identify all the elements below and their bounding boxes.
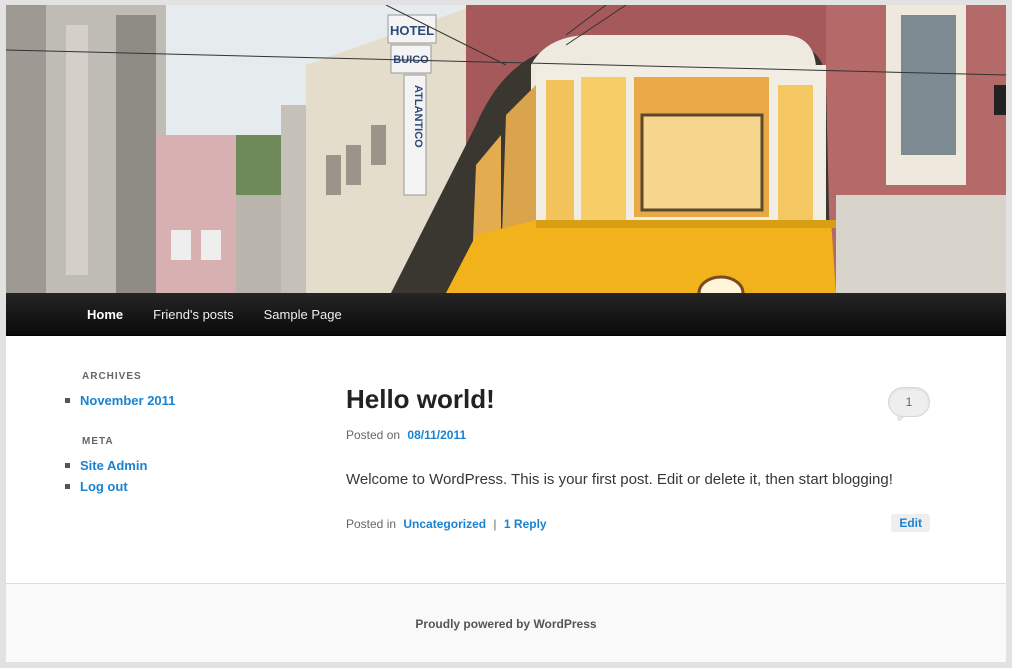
posted-in-label: Posted in (346, 517, 397, 531)
main-navigation: Home Friend's posts Sample Page (6, 293, 1006, 336)
nav-item-sample-page[interactable]: Sample Page (249, 293, 357, 335)
nav-link-friends-posts[interactable]: Friend's posts (138, 293, 249, 336)
reply-link[interactable]: 1 Reply (504, 517, 547, 531)
archive-link-november-2011[interactable]: November 2011 (80, 393, 175, 408)
edit-post-button[interactable]: Edit (891, 514, 930, 532)
nav-menu: Home Friend's posts Sample Page (6, 293, 1006, 335)
meta-list: Site Admin Log out (65, 455, 282, 497)
post-footer: Posted in Uncategorized | 1 Reply Edit (346, 514, 930, 535)
sidebar: Archives November 2011 Meta Site Admin L… (65, 371, 282, 522)
post: Hello world! Posted on 08/11/2011 Welcom… (346, 383, 930, 535)
log-out-link[interactable]: Log out (80, 479, 128, 494)
powered-by-link[interactable]: Proudly powered by WordPress (6, 617, 1006, 631)
nav-link-sample-page[interactable]: Sample Page (249, 293, 357, 336)
footer-separator: | (493, 517, 497, 531)
meta-widget: Meta Site Admin Log out (65, 436, 282, 497)
page: HOTEL BUICO ATLANTICO (6, 5, 1006, 662)
nav-link-home[interactable]: Home (72, 293, 138, 336)
archives-widget-title: Archives (82, 371, 142, 382)
post-title[interactable]: Hello world! (346, 383, 930, 415)
bullet-icon (65, 398, 70, 403)
sign-name2-text: ATLANTICO (412, 85, 424, 148)
meta-item-log-out[interactable]: Log out (65, 476, 282, 497)
header-photo: HOTEL BUICO ATLANTICO (6, 5, 1006, 293)
bullet-icon (65, 484, 70, 489)
nav-item-friends-posts[interactable]: Friend's posts (138, 293, 249, 335)
meta-widget-title: Meta (82, 436, 114, 447)
archive-item[interactable]: November 2011 (65, 390, 282, 411)
meta-item-site-admin[interactable]: Site Admin (65, 455, 282, 476)
comment-count[interactable]: 1 (888, 387, 930, 417)
site-footer: Proudly powered by WordPress (6, 583, 1006, 662)
post-date-link[interactable]: 08/11/2011 (407, 428, 466, 442)
site-admin-link[interactable]: Site Admin (80, 458, 147, 473)
post-content: Welcome to WordPress. This is your first… (346, 471, 893, 488)
bullet-icon (65, 463, 70, 468)
archives-list: November 2011 (65, 390, 282, 411)
category-link[interactable]: Uncategorized (403, 517, 486, 531)
comment-count-bubble[interactable]: 1 (888, 387, 930, 421)
header-image[interactable]: HOTEL BUICO ATLANTICO (6, 5, 1006, 293)
posted-on-label: Posted on (346, 428, 401, 442)
post-meta: Posted on 08/11/2011 (346, 428, 930, 442)
archives-widget: Archives November 2011 (65, 371, 282, 411)
nav-item-home[interactable]: Home (72, 293, 138, 335)
